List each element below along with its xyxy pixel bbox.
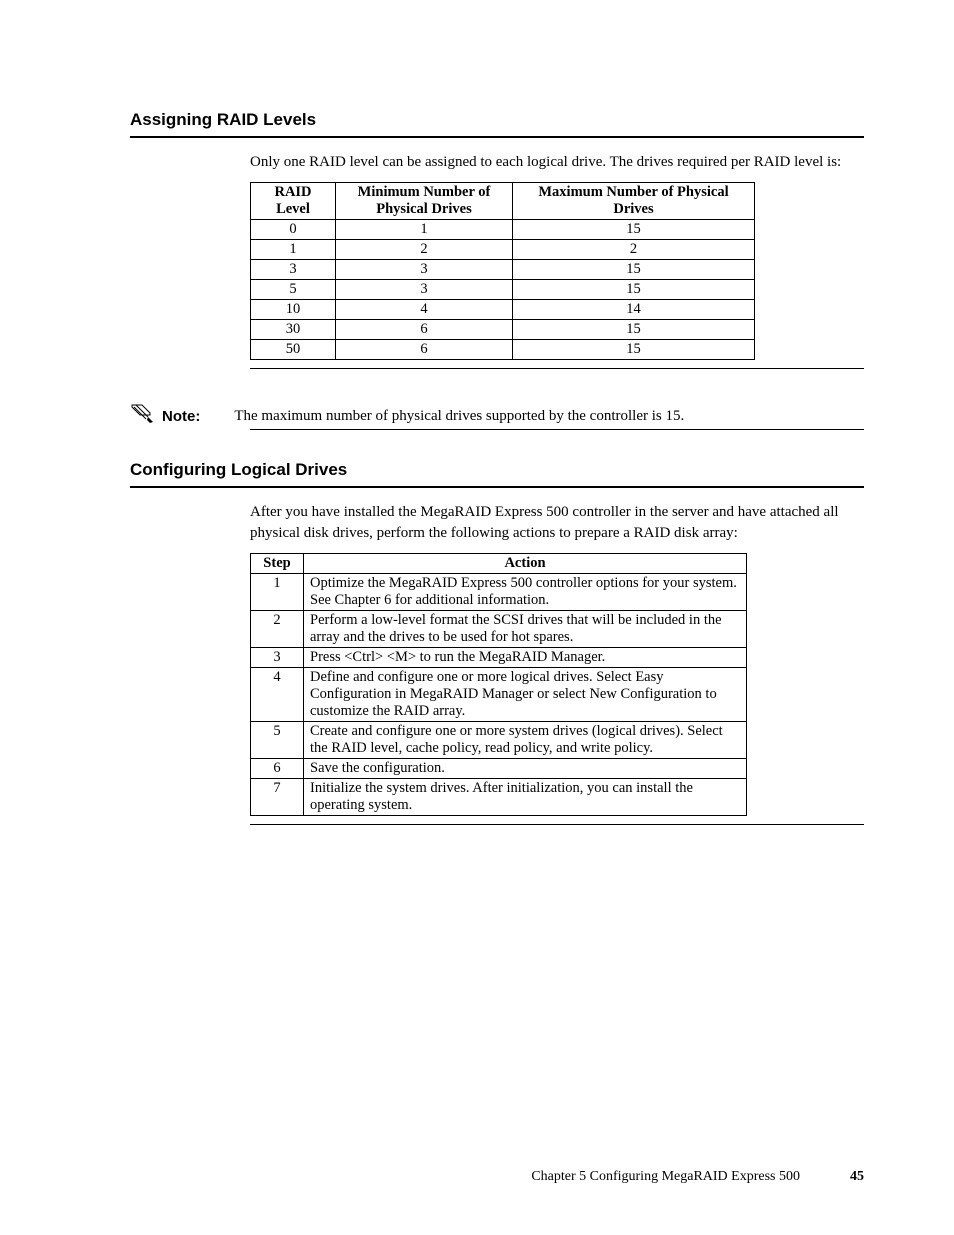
table-row: 0 1 15 <box>251 220 755 240</box>
cell: 15 <box>513 260 755 280</box>
cell: 2 <box>251 610 304 647</box>
rule <box>250 368 864 369</box>
rule <box>250 824 864 825</box>
cell: 1 <box>251 573 304 610</box>
cell: 1 <box>251 240 336 260</box>
cell: 3 <box>336 280 513 300</box>
rule <box>130 136 864 138</box>
th-raid-level: RAID Level <box>251 183 336 220</box>
cell: 4 <box>336 300 513 320</box>
cell: 6 <box>251 758 304 778</box>
table-row: 5 Create and configure one or more syste… <box>251 721 747 758</box>
section2-paragraph: After you have installed the MegaRAID Ex… <box>250 502 864 543</box>
cell: 15 <box>513 320 755 340</box>
cell: 2 <box>513 240 755 260</box>
rule <box>250 429 864 430</box>
footer-chapter: Chapter 5 Configuring MegaRAID Express 5… <box>531 1169 800 1185</box>
cell: 30 <box>251 320 336 340</box>
table-row: 30 6 15 <box>251 320 755 340</box>
cell: 3 <box>251 260 336 280</box>
cell: Optimize the MegaRAID Express 500 contro… <box>304 573 747 610</box>
cell: Perform a low-level format the SCSI driv… <box>304 610 747 647</box>
table-row: 3 3 15 <box>251 260 755 280</box>
cell: 1 <box>336 220 513 240</box>
cell: 4 <box>251 667 304 721</box>
table-row: 4 Define and configure one or more logic… <box>251 667 747 721</box>
th-min-drives: Minimum Number of Physical Drives <box>336 183 513 220</box>
cell: 10 <box>251 300 336 320</box>
cell: 6 <box>336 320 513 340</box>
cell: 15 <box>513 280 755 300</box>
raid-levels-table: RAID Level Minimum Number of Physical Dr… <box>250 182 755 360</box>
cell: 0 <box>251 220 336 240</box>
section-heading-assigning: Assigning RAID Levels <box>130 110 864 130</box>
note-label: Note: <box>162 408 200 425</box>
table-row: 10 4 14 <box>251 300 755 320</box>
cell: 5 <box>251 280 336 300</box>
cell: 2 <box>336 240 513 260</box>
cell: Initialize the system drives. After init… <box>304 778 747 815</box>
table-header-row: Step Action <box>251 553 747 573</box>
th-action: Action <box>304 553 747 573</box>
table-header-row: RAID Level Minimum Number of Physical Dr… <box>251 183 755 220</box>
footer-page-number: 45 <box>850 1169 864 1185</box>
section-heading-configuring: Configuring Logical Drives <box>130 460 864 480</box>
table-row: 1 Optimize the MegaRAID Express 500 cont… <box>251 573 747 610</box>
page-footer: Chapter 5 Configuring MegaRAID Express 5… <box>0 1169 954 1185</box>
table-row: 7 Initialize the system drives. After in… <box>251 778 747 815</box>
cell: 3 <box>251 647 304 667</box>
cell: 5 <box>251 721 304 758</box>
cell: Create and configure one or more system … <box>304 721 747 758</box>
cell: Press <Ctrl> <M> to run the MegaRAID Man… <box>304 647 747 667</box>
note-block: Note: The maximum number of physical dri… <box>130 403 864 425</box>
cell: 15 <box>513 340 755 360</box>
table-row: 6 Save the configuration. <box>251 758 747 778</box>
cell: 6 <box>336 340 513 360</box>
cell: 50 <box>251 340 336 360</box>
cell: 7 <box>251 778 304 815</box>
table-row: 50 6 15 <box>251 340 755 360</box>
rule <box>130 486 864 488</box>
th-step: Step <box>251 553 304 573</box>
steps-table: Step Action 1 Optimize the MegaRAID Expr… <box>250 553 747 816</box>
cell: 15 <box>513 220 755 240</box>
cell: 3 <box>336 260 513 280</box>
th-max-drives: Maximum Number of Physical Drives <box>513 183 755 220</box>
table-row: 3 Press <Ctrl> <M> to run the MegaRAID M… <box>251 647 747 667</box>
table-row: 2 Perform a low-level format the SCSI dr… <box>251 610 747 647</box>
table-row: 1 2 2 <box>251 240 755 260</box>
note-text: The maximum number of physical drives su… <box>234 408 684 425</box>
cell: 14 <box>513 300 755 320</box>
cell: Define and configure one or more logical… <box>304 667 747 721</box>
table-row: 5 3 15 <box>251 280 755 300</box>
section1-paragraph: Only one RAID level can be assigned to e… <box>250 152 864 172</box>
cell: Save the configuration. <box>304 758 747 778</box>
pencil-icon <box>130 403 156 425</box>
